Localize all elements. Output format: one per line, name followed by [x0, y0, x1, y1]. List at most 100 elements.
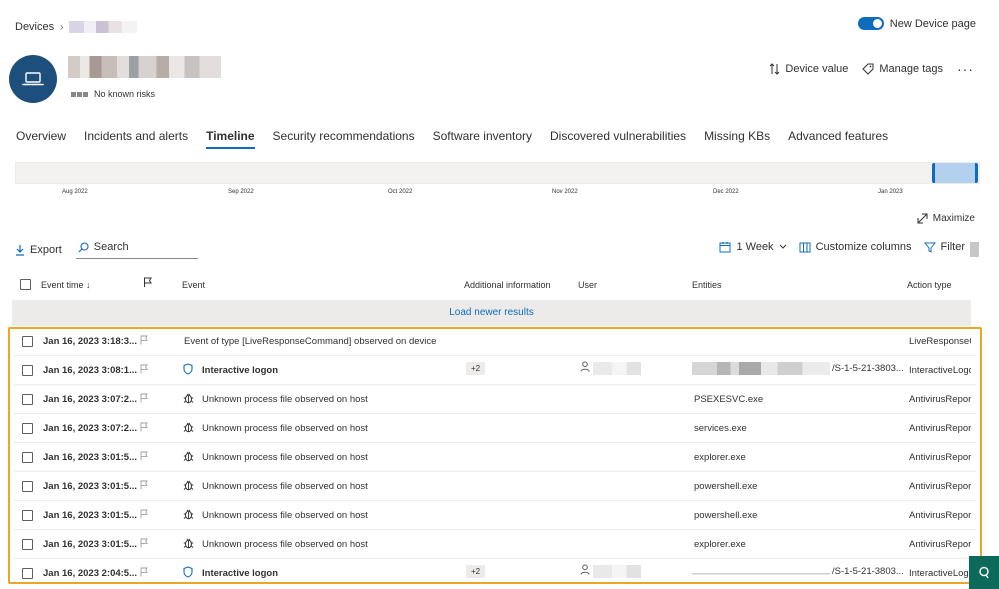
column-header-event-time[interactable]: Event time ↓	[41, 280, 91, 290]
device-value-button[interactable]: Device value	[769, 63, 848, 75]
action-type: LiveResponseC	[909, 336, 971, 347]
tab-incidents-and-alerts[interactable]: Incidents and alerts	[84, 129, 188, 149]
tab-security-recommendations[interactable]: Security recommendations	[273, 129, 415, 149]
row-checkbox[interactable]	[22, 568, 33, 579]
table-header: Event time ↓ Event Additional informatio…	[12, 271, 978, 297]
entity-cell[interactable]: /S-1-5-21-3803...	[692, 565, 904, 578]
tab-discovered-vulnerabilities[interactable]: Discovered vulnerabilities	[550, 129, 686, 149]
tab-advanced-features[interactable]: Advanced features	[788, 129, 888, 149]
table-row[interactable]: Jan 16, 2023 2:04:5... Interactive logon +…	[14, 559, 976, 582]
new-device-page-toggle[interactable]	[857, 17, 884, 30]
event-title[interactable]: Unknown process file observed on host	[202, 510, 368, 521]
load-newer-results-button[interactable]: Load newer results	[12, 300, 971, 326]
flag-icon[interactable]	[140, 422, 148, 435]
row-checkbox[interactable]	[22, 510, 33, 521]
event-title[interactable]: Unknown process file observed on host	[202, 423, 368, 434]
row-checkbox[interactable]	[22, 336, 33, 347]
help-button[interactable]	[969, 556, 999, 589]
flag-icon[interactable]	[140, 393, 148, 406]
table-row[interactable]: Jan 16, 2023 3:07:2... Unknown process fi…	[14, 385, 976, 414]
additional-info-badge[interactable]: +2	[466, 362, 486, 375]
table-row[interactable]: Jan 16, 2023 3:18:3... Event of type [Liv…	[14, 329, 976, 356]
action-type: InteractiveLogo	[909, 568, 971, 579]
column-header-event[interactable]: Event	[182, 280, 205, 290]
flag-icon[interactable]	[140, 538, 148, 551]
customize-columns-button[interactable]: Customize columns	[799, 241, 912, 253]
event-title[interactable]: Unknown process file observed on host	[202, 452, 368, 463]
column-header-entities[interactable]: Entities	[692, 280, 722, 290]
column-header-additional-info[interactable]: Additional information	[464, 280, 551, 290]
entity-sid: /S-1-5-21-3803...	[832, 363, 904, 374]
flag-icon[interactable]	[140, 364, 148, 377]
row-checkbox[interactable]	[22, 394, 33, 405]
timeline-month-label: Aug 2022	[62, 189, 88, 195]
user-cell[interactable]	[580, 564, 641, 578]
bug-icon	[183, 450, 194, 465]
table-row[interactable]: Jan 16, 2023 3:01:5... Unknown process fi…	[14, 501, 976, 530]
flag-icon[interactable]	[140, 567, 148, 580]
table-row[interactable]: Jan 16, 2023 3:01:5... Unknown process fi…	[14, 443, 976, 472]
bug-icon	[183, 479, 194, 494]
row-checkbox[interactable]	[22, 452, 33, 463]
row-checkbox[interactable]	[22, 539, 33, 550]
user-cell[interactable]	[580, 361, 641, 375]
tab-overview[interactable]: Overview	[16, 129, 66, 149]
timeline-toolbar-right: 1 Week Customize columns Filter	[719, 241, 965, 253]
entity-cell[interactable]: /S-1-5-21-3803...	[692, 362, 904, 375]
row-checkbox[interactable]	[22, 365, 33, 376]
column-header-action-type[interactable]: Action type	[907, 280, 952, 290]
flag-icon[interactable]	[140, 451, 148, 464]
row-checkbox[interactable]	[22, 423, 33, 434]
event-title[interactable]: Unknown process file observed on host	[202, 539, 368, 550]
more-actions-button[interactable]: ···	[957, 61, 974, 77]
breadcrumb-devices-link[interactable]: Devices	[15, 21, 54, 33]
event-time: Jan 16, 2023 3:08:1...	[43, 365, 138, 376]
table-row[interactable]: Jan 16, 2023 3:01:5... Unknown process fi…	[14, 530, 976, 559]
export-button[interactable]: Export	[15, 244, 62, 256]
table-row[interactable]: Jan 16, 2023 3:08:1... Interactive logon +…	[14, 356, 976, 385]
event-title[interactable]: Unknown process file observed on host	[202, 394, 368, 405]
additional-info-badge[interactable]: +2	[466, 565, 486, 578]
tab-software-inventory[interactable]: Software inventory	[433, 129, 532, 149]
filter-button[interactable]: Filter	[923, 241, 965, 253]
timeline-month-axis: Aug 2022 Sep 2022 Oct 2022 Nov 2022 Dec …	[0, 189, 999, 201]
bug-icon	[183, 421, 194, 436]
device-header-actions: Device value Manage tags ···	[769, 61, 974, 77]
table-row[interactable]: Jan 16, 2023 3:01:5... Unknown process fi…	[14, 472, 976, 501]
chat-help-icon	[979, 566, 989, 579]
flag-icon[interactable]	[140, 480, 148, 493]
flag-icon[interactable]	[143, 277, 152, 288]
date-range-dropdown[interactable]: 1 Week	[719, 241, 786, 253]
timeline-range-handle[interactable]	[932, 163, 978, 183]
entity-cell[interactable]: explorer.exe	[694, 539, 746, 550]
highlighted-event-rows: Jan 16, 2023 3:18:3... Event of type [Liv…	[8, 327, 982, 584]
entity-cell[interactable]: services.exe	[694, 423, 747, 434]
entity-cell[interactable]: powershell.exe	[694, 510, 757, 521]
event-title[interactable]: Unknown process file observed on host	[202, 481, 368, 492]
event-title[interactable]: Interactive logon	[202, 568, 278, 579]
entity-sid: /S-1-5-21-3803...	[832, 566, 904, 577]
select-all-checkbox[interactable]	[20, 279, 31, 290]
risk-bars-icon	[71, 91, 88, 97]
entity-cell[interactable]: explorer.exe	[694, 452, 746, 463]
manage-tags-button[interactable]: Manage tags	[862, 63, 943, 75]
column-header-user[interactable]: User	[578, 280, 597, 290]
flag-icon[interactable]	[140, 335, 148, 348]
event-title[interactable]: Interactive logon	[202, 365, 278, 376]
flag-icon[interactable]	[140, 509, 148, 522]
timeline-range-bar[interactable]	[15, 162, 980, 184]
tab-timeline[interactable]: Timeline	[206, 129, 256, 149]
table-row[interactable]: Jan 16, 2023 3:07:2... Unknown process fi…	[14, 414, 976, 443]
shield-icon	[183, 363, 193, 378]
maximize-button[interactable]: Maximize	[917, 213, 975, 224]
search-placeholder: Search	[93, 241, 129, 253]
entity-cell[interactable]: powershell.exe	[694, 481, 757, 492]
tab-missing-kbs[interactable]: Missing KBs	[704, 129, 770, 149]
event-title[interactable]: Event of type [LiveResponseCommand] obse…	[184, 336, 436, 347]
entity-cell[interactable]: PSEXESVC.exe	[694, 394, 763, 405]
row-checkbox[interactable]	[22, 481, 33, 492]
table-scrollbar-thumb[interactable]	[970, 242, 979, 257]
breadcrumb-device-name-redacted[interactable]	[69, 21, 138, 33]
event-time: Jan 16, 2023 3:01:5...	[43, 539, 138, 550]
search-input[interactable]: Search	[75, 241, 198, 259]
